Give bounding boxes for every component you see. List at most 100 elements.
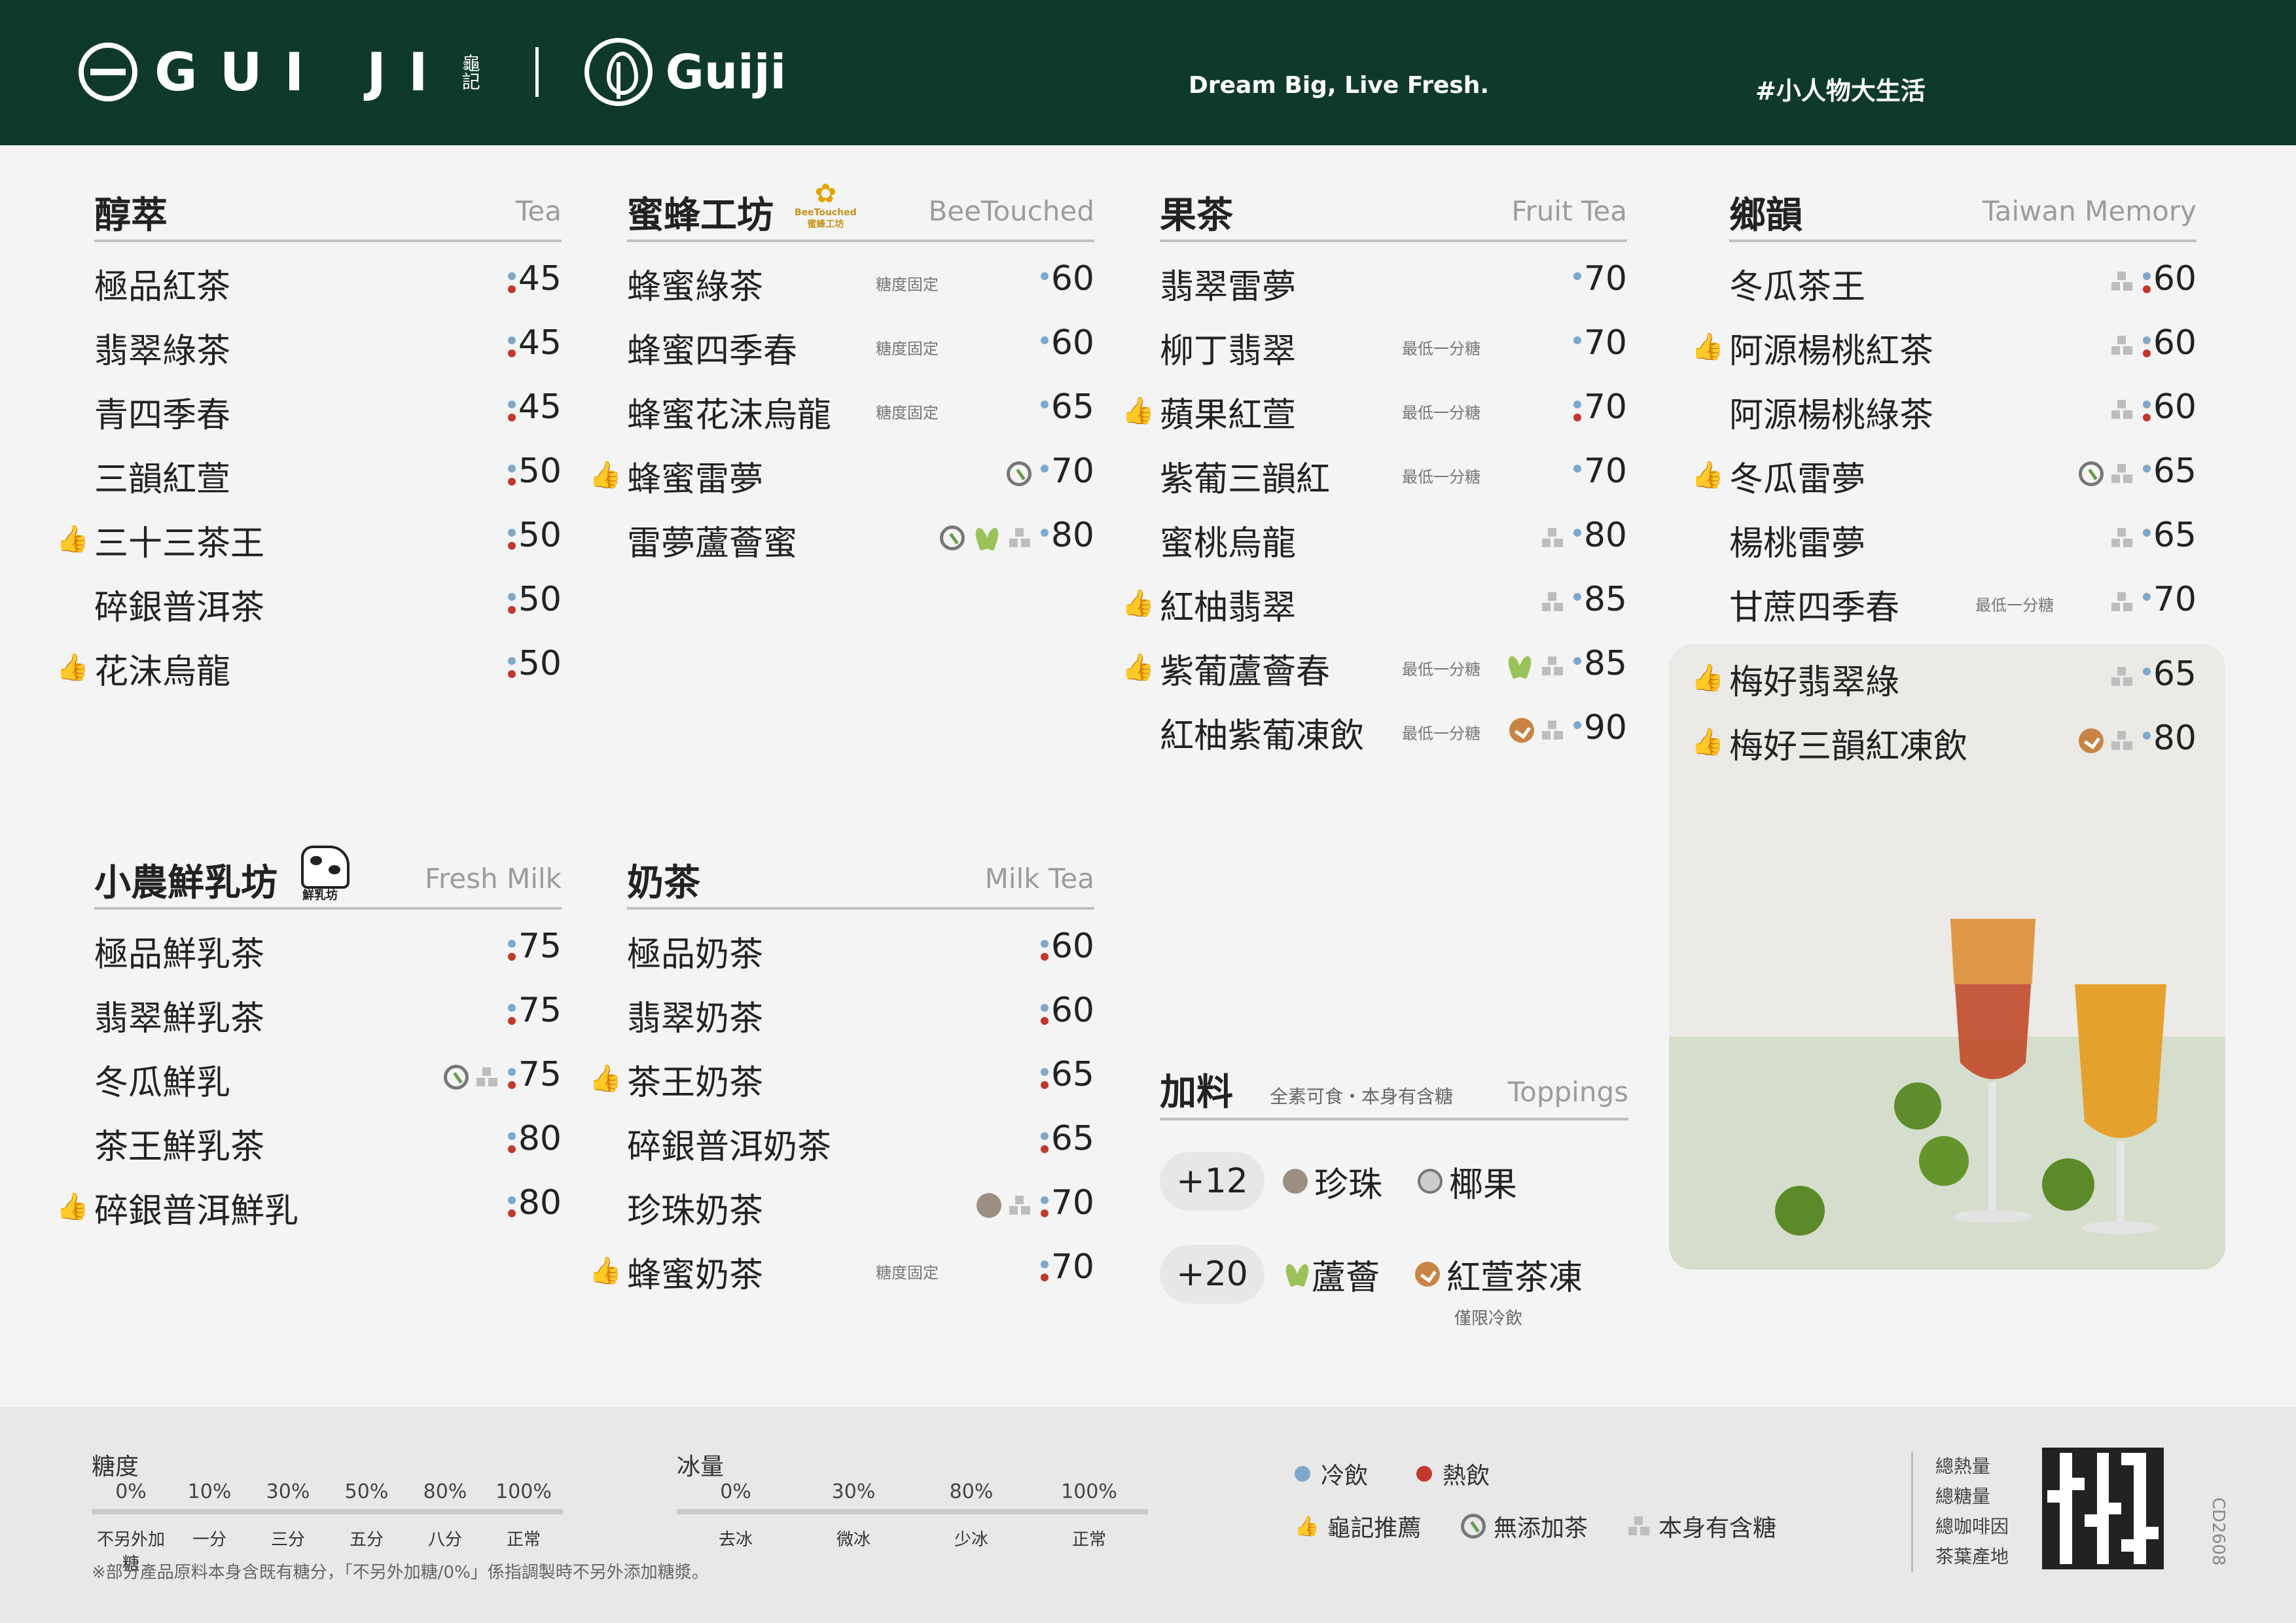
item-price: 90 [1583, 708, 1627, 747]
menu-item[interactable]: 珍珠奶茶 70 [627, 1173, 1094, 1237]
toppings-note: 全素可食・本身有含糖 [1270, 1086, 1454, 1107]
item-price: 85 [1583, 644, 1627, 683]
item-name: 珍珠奶茶 [627, 1192, 764, 1231]
menu-item[interactable]: 👍 蜂蜜奶茶 糖度固定 70 [589, 1237, 1094, 1301]
menu-item[interactable]: 柳丁翡翠 最低一分糖 70 [1160, 313, 1627, 377]
leaf-logo-icon [584, 38, 653, 106]
ice-level[interactable]: 30% 微冰 [795, 1480, 912, 1550]
item-price: 80 [1583, 516, 1627, 555]
topping-item[interactable]: 椰果 [1418, 1157, 1517, 1206]
item-icons [977, 1191, 1031, 1220]
menu-item[interactable]: 👍 花沫烏龍 50 [56, 633, 562, 698]
no-sugar-tea-icon [444, 1065, 469, 1090]
ice-level[interactable]: 100% 正常 [1030, 1480, 1148, 1550]
contains-sugar-icon [2111, 270, 2134, 293]
topping-item[interactable]: 珍珠 [1283, 1157, 1382, 1206]
menu-item[interactable]: 碎銀普洱奶茶 65 [627, 1109, 1094, 1173]
item-icons [2111, 331, 2134, 360]
coconut-jelly-icon [1418, 1169, 1443, 1194]
contains-sugar-icon [2111, 730, 2134, 752]
item-icons [1542, 524, 1564, 552]
menu-item[interactable]: 👍 梅好三韻紅凍飲 80 [1691, 708, 2197, 772]
menu-item[interactable]: 冬瓜鮮乳 75 [94, 1044, 562, 1109]
legend-hot: 熱飲 [1416, 1457, 1490, 1491]
item-name: 極品鮮乳茶 [94, 935, 265, 974]
menu-item[interactable]: 蜜桃烏龍 80 [1160, 505, 1627, 569]
cold-hot-icon [1041, 1000, 1050, 1029]
topping-name: 蘆薈 [1312, 1258, 1380, 1298]
cold-hot-icon [2143, 332, 2152, 361]
brand-logo[interactable]: GUI JI 龜記 Guiji [79, 38, 786, 106]
menu-item[interactable]: 茶王鮮乳茶 80 [94, 1109, 562, 1173]
menu-item[interactable]: 👍 三十三茶王 50 [56, 505, 562, 569]
brand-divider [535, 47, 539, 97]
thumbs-up-icon: 👍 [1295, 1514, 1319, 1538]
item-name: 紫葡蘆薈春 [1160, 652, 1331, 692]
recommend-icon: 👍 [1691, 727, 1724, 757]
ice-scale: 0% 去冰 30% 微冰 80% 少冰 100% 正常 [677, 1480, 1148, 1550]
menu-item[interactable]: 紫葡三韻紅 最低一分糖 70 [1160, 441, 1627, 505]
cold-hot-icon [1041, 1064, 1050, 1093]
menu-item[interactable]: 雷夢蘆薈蜜 80 [627, 505, 1094, 569]
menu-item[interactable]: 👍 碎銀普洱鮮乳 80 [56, 1173, 562, 1237]
recommend-icon: 👍 [56, 524, 89, 554]
item-name: 碎銀普洱奶茶 [627, 1128, 832, 1167]
menu-item[interactable]: 冬瓜茶王 60 [1729, 249, 2197, 313]
cold-icon [2143, 461, 2152, 490]
item-name: 碎銀普洱鮮乳 [94, 1192, 299, 1231]
item-price: 60 [1050, 927, 1094, 966]
menu-item[interactable]: 甘蔗四季春 最低一分糖 70 [1729, 569, 2197, 633]
no-sugar-tea-icon [1461, 1514, 1486, 1539]
recommend-icon: 👍 [56, 1192, 89, 1222]
menu-item[interactable]: 👍 紅柚翡翠 85 [1122, 569, 1627, 633]
menu-item[interactable]: 👍 蜂蜜雷夢 70 [589, 441, 1094, 505]
menu-item[interactable]: 👍 蘋果紅萱 最低一分糖 70 [1122, 377, 1627, 441]
menu-item[interactable]: 👍 阿源楊桃紅茶 60 [1691, 313, 2197, 377]
menu-item[interactable]: 翡翠奶茶 60 [627, 980, 1094, 1044]
ice-title: 冰量 [677, 1454, 725, 1480]
topping-item[interactable]: 紅萱茶凍 [1415, 1250, 1583, 1299]
ice-level[interactable]: 0% 去冰 [677, 1480, 795, 1550]
aloe-icon [1283, 1262, 1312, 1286]
qr-code[interactable] [2042, 1448, 2164, 1569]
cold-hot-icon [508, 1000, 517, 1029]
menu-item[interactable]: 👍 茶王奶茶 65 [589, 1044, 1094, 1109]
item-icons [1509, 716, 1564, 745]
menu-item[interactable]: 青四季春 45 [94, 377, 562, 441]
menu-item[interactable]: 👍 梅好翡翠綠 65 [1691, 644, 2197, 708]
item-icons [1542, 588, 1564, 616]
slogan: Dream Big, Live Fresh. [1189, 72, 1490, 99]
contains-sugar-icon [2111, 527, 2134, 549]
item-icons [2111, 524, 2134, 552]
menu-item[interactable]: 蜂蜜四季春 糖度固定 60 [627, 313, 1094, 377]
menu-item[interactable]: 楊桃雷夢 65 [1729, 505, 2197, 569]
menu-item[interactable]: 極品紅茶 45 [94, 249, 562, 313]
section-toppings: 加料 全素可食・本身有含糖 Toppings +12 珍珠 椰果 +20 蘆薈 … [1160, 1052, 1628, 1304]
ice-level[interactable]: 80% 少冰 [912, 1480, 1030, 1550]
sugar-footnote: ※部分產品原料本身含既有糖分，「不另外加糖/0%」係指調製時不另外添加糖漿。 [92, 1563, 709, 1582]
item-name: 紅柚紫葡凍飲 [1160, 717, 1365, 756]
item-note: 最低一分糖 [1402, 340, 1480, 358]
header: GUI JI 龜記 Guiji Dream Big, Live Fresh. #… [0, 0, 2296, 145]
item-price: 70 [1583, 323, 1627, 363]
aloe-icon [973, 526, 1001, 550]
item-name: 翡翠雷夢 [1160, 268, 1297, 307]
cold-hot-icon [1573, 397, 1583, 425]
menu-item[interactable]: 翡翠鮮乳茶 75 [94, 980, 562, 1044]
menu-item[interactable]: 阿源楊桃綠茶 60 [1729, 377, 2197, 441]
menu-item[interactable]: 翡翠綠茶 45 [94, 313, 562, 377]
menu-item[interactable]: 翡翠雷夢 70 [1160, 249, 1627, 313]
menu-item[interactable]: 蜂蜜花沫烏龍 糖度固定 65 [627, 377, 1094, 441]
topping-item[interactable]: 蘆薈 [1283, 1250, 1380, 1299]
menu-item[interactable]: 蜂蜜綠茶 糖度固定 60 [627, 249, 1094, 313]
cold-icon [2143, 728, 2152, 757]
item-name: 蜂蜜綠茶 [627, 268, 764, 307]
contains-sugar-icon [1009, 1194, 1031, 1217]
menu-item[interactable]: 極品鮮乳茶 75 [94, 916, 562, 980]
menu-item[interactable]: 碎銀普洱茶 50 [94, 569, 562, 633]
menu-item[interactable]: 👍 紫葡蘆薈春 最低一分糖 85 [1122, 633, 1627, 698]
menu-item[interactable]: 極品奶茶 60 [627, 916, 1094, 980]
menu-item[interactable]: 三韻紅萱 50 [94, 441, 562, 505]
menu-item[interactable]: 👍 冬瓜雷夢 65 [1691, 441, 2197, 505]
menu-item[interactable]: 紅柚紫葡凍飲 最低一分糖 90 [1160, 698, 1627, 762]
